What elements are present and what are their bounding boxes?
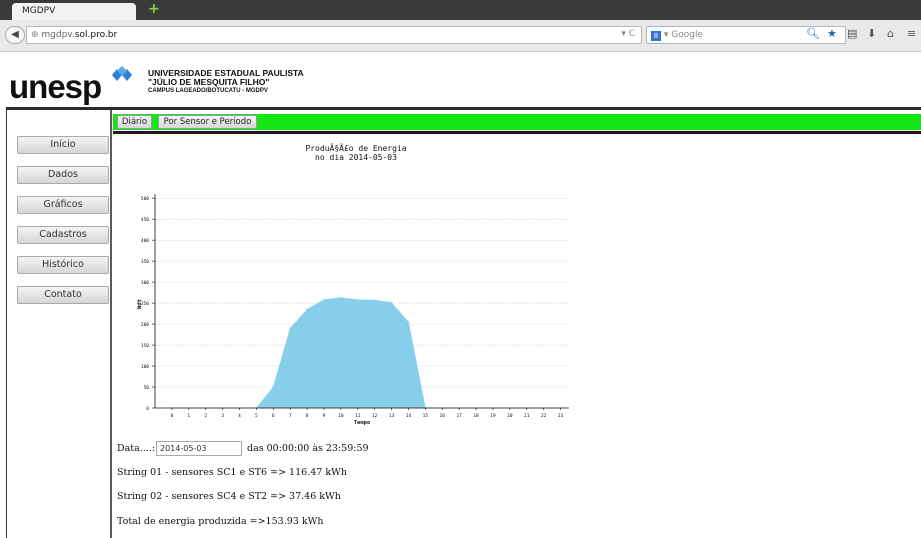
energy-area (171, 297, 561, 409)
x-tick-label: 1 (187, 413, 190, 419)
chart-title: ProduÃ§Ã£o de Energia (305, 143, 406, 153)
y-tick-label: 50 (144, 385, 150, 391)
x-tick-label: 12 (372, 413, 378, 419)
sidebar-item-cadastros[interactable]: Cadastros (17, 226, 109, 244)
browser-tab-bar: MGDPV + (0, 0, 921, 20)
tab-strip-divider (113, 131, 921, 134)
x-tick-label: 7 (289, 413, 292, 419)
data-point (306, 308, 308, 311)
url-prefix: mgdpv. (41, 30, 75, 40)
date-label: Data....: (117, 443, 156, 454)
x-tick-label: 5 (255, 413, 258, 419)
page-header (0, 52, 921, 108)
unesp-logo: unesp (9, 68, 102, 105)
sidebar: Início Dados Gráficos Cadastros Históric… (6, 110, 110, 538)
energy-chart: ProduÃ§Ã£o de Energia no dia 2014-05-03 … (137, 143, 569, 426)
sidebar-item-inicio[interactable]: Início (17, 136, 109, 154)
bookmarks-icon[interactable]: ▤ (847, 27, 857, 40)
y-tick-label: 350 (141, 259, 149, 265)
y-tick-label: 100 (141, 364, 149, 370)
sidebar-item-contato[interactable]: Contato (17, 286, 109, 304)
sidebar-item-historico[interactable]: Histórico (17, 256, 109, 274)
data-point (373, 299, 376, 302)
y-tick-label: 500 (141, 196, 149, 202)
chart-area-series (170, 296, 562, 409)
y-tick-label: 400 (141, 238, 149, 244)
y-axis-label: Wdt (137, 299, 143, 309)
data-point (339, 296, 342, 299)
reload-icon[interactable]: ▾ C (621, 29, 635, 39)
search-placeholder: Google (671, 30, 703, 40)
sidebar-item-dados[interactable]: Dados (17, 166, 109, 184)
tab-diario[interactable]: Diário (117, 115, 152, 129)
new-tab-icon[interactable]: + (148, 2, 161, 16)
x-tick-label: 16 (440, 413, 446, 419)
browser-tab-title: MGDPV (22, 6, 56, 16)
university-name: UNIVERSIDADE ESTADUAL PAULISTA "JÚLIO DE… (148, 69, 304, 96)
data-point (390, 301, 393, 304)
globe-icon: ⊕ (31, 30, 42, 40)
chart-subtitle: no dia 2014-05-03 (315, 153, 397, 162)
x-tick-label: 17 (456, 413, 462, 419)
header-divider (6, 107, 921, 110)
date-field[interactable]: 2014-05-03 (156, 441, 242, 456)
download-icon[interactable]: ⬇ (867, 27, 876, 40)
sidebar-item-graficos[interactable]: Gráficos (17, 196, 109, 214)
x-tick-label: 14 (406, 413, 412, 419)
address-bar[interactable]: ⊕ mgdpv.sol.pro.br ▾ C (26, 26, 642, 44)
y-tick-label: 300 (141, 280, 149, 286)
x-tick-label: 13 (389, 413, 395, 419)
string-02-energy: String 02 - sensores SC4 e ST2 => 37.46 … (117, 491, 341, 502)
x-tick-label: 3 (221, 413, 224, 419)
data-point (289, 327, 292, 330)
sidebar-divider (110, 110, 112, 538)
data-point (272, 386, 275, 388)
x-tick-label: 10 (338, 413, 344, 419)
y-tick-label: 200 (141, 322, 149, 328)
browser-tab[interactable]: MGDPV (12, 3, 136, 20)
x-tick-label: 4 (238, 413, 241, 419)
bookmark-star-icon[interactable]: ★ (827, 27, 837, 40)
unesp-logo-mark-icon (112, 66, 132, 81)
time-range: das 00:00:00 às 23:59:59 (247, 443, 369, 454)
x-tick-label: 2 (204, 413, 207, 419)
x-tick-label: 11 (355, 413, 361, 419)
university-line-2: "JÚLIO DE MESQUITA FILHO" (148, 77, 270, 87)
browser-nav-bar: ◀ ⊕ mgdpv.sol.pro.br ▾ C 8 ▾ Google 🔍︎ ★… (0, 20, 921, 52)
tab-por-sensor-e-periodo[interactable]: Por Sensor e Período (158, 115, 257, 129)
y-tick-label: 150 (141, 343, 149, 349)
x-tick-label: 0 (171, 413, 174, 419)
string-01-energy: String 01 - sensores SC1 e ST6 => 116.47… (117, 467, 347, 478)
back-arrow-icon[interactable]: ◀ (5, 26, 25, 44)
x-tick-label: 9 (323, 413, 326, 419)
data-point (407, 321, 410, 323)
x-tick-label: 22 (541, 413, 547, 419)
x-axis-label: Tempo (354, 420, 371, 426)
x-tick-label: 23 (558, 413, 564, 419)
y-tick-label: 0 (146, 406, 149, 412)
x-tick-label: 18 (473, 413, 479, 419)
data-point (356, 298, 359, 301)
url-host: sol.pro.br (74, 30, 118, 40)
x-tick-label: 20 (507, 413, 513, 419)
menu-icon[interactable]: ≡ (907, 27, 916, 40)
data-point (323, 298, 325, 301)
x-tick-label: 15 (423, 413, 429, 419)
x-tick-label: 19 (490, 413, 496, 419)
x-tick-label: 8 (306, 413, 309, 419)
x-tick-labels: 0 1 2 3 4 5 6 7 8 9 10 11 12 13 14 15 16 17 18 19 20 21 22 23 (171, 408, 564, 419)
search-icon[interactable]: 🔍︎ (806, 27, 820, 40)
google-icon: 8 (651, 31, 661, 41)
home-icon[interactable]: ⌂ (887, 27, 894, 40)
x-tick-label: 21 (524, 413, 530, 419)
university-line-3: CAMPUS LAGEADO/BOTUCATU - MGDPV (148, 88, 268, 94)
x-tick-label: 6 (272, 413, 275, 419)
y-tick-label: 450 (141, 217, 149, 223)
total-energy: Total de energia produzida =>153.93 kWh (117, 516, 324, 527)
